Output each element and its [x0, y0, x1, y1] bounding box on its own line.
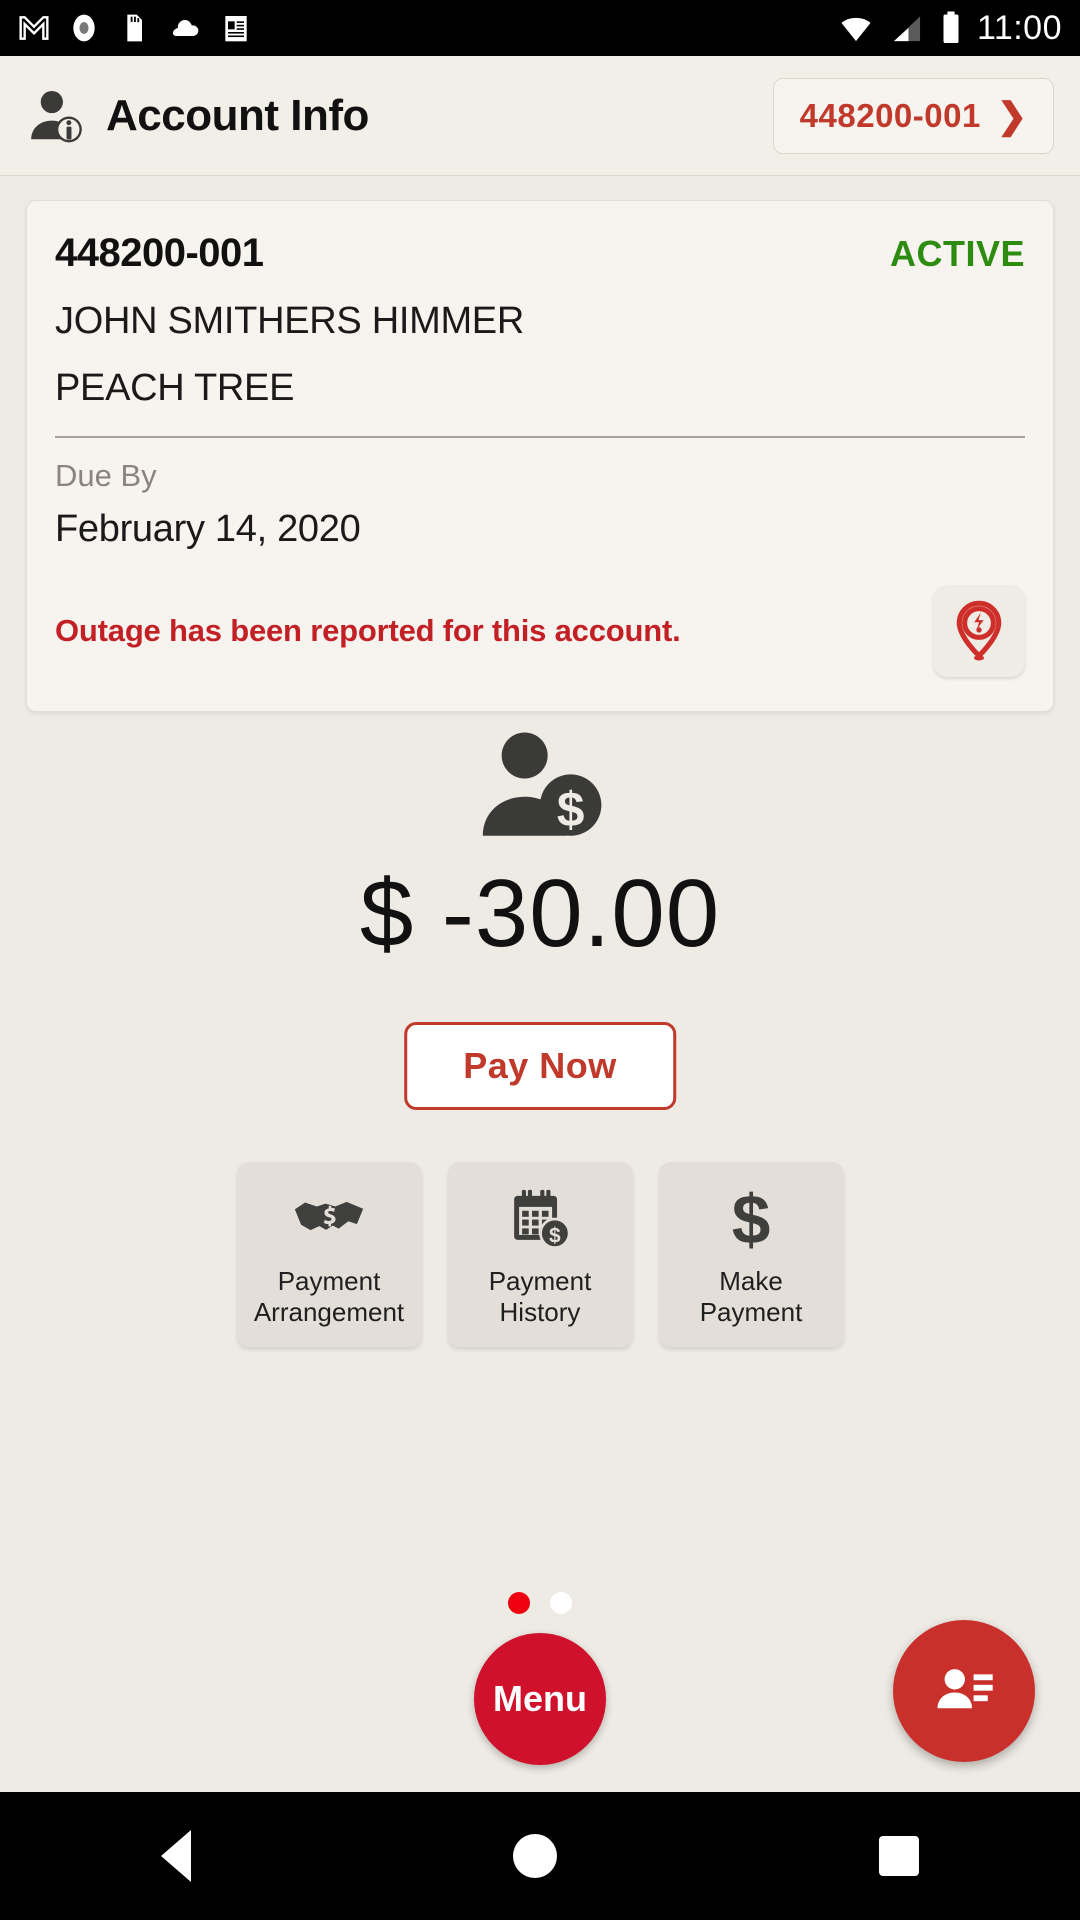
contact-fab-button[interactable] — [893, 1620, 1035, 1762]
account-selector-label: 448200-001 — [799, 96, 981, 134]
person-dollar-icon: $ — [482, 732, 602, 837]
tile-make-payment[interactable]: $ Make Payment — [658, 1162, 844, 1347]
balance-amount: $ -30.00 — [359, 860, 721, 967]
cloud-icon — [173, 20, 199, 36]
tile-label-line2: Payment — [699, 1296, 803, 1327]
status-bar-notification-icons — [18, 12, 252, 44]
card-divider — [55, 436, 1025, 438]
tile-label-line1: Payment — [488, 1265, 592, 1296]
app-header: Account Info 448200-001 ❯ — [0, 56, 1080, 176]
app-screen: 11:00 Account Info 448200-001 ❯ 448200-0… — [0, 0, 1080, 1920]
status-badge: ACTIVE — [889, 233, 1025, 274]
page-indicator — [0, 1592, 1080, 1614]
tile-label-line1: Make — [719, 1265, 783, 1296]
status-bar: 11:00 — [0, 0, 1080, 56]
sd-card-icon — [127, 14, 142, 42]
android-nav-bar — [0, 1792, 1080, 1920]
quick-actions: Payment Arrangement $ Payment History $ … — [0, 1162, 1080, 1347]
account-card[interactable]: 448200-001 ACTIVE JOHN SMITHERS HIMMER P… — [26, 200, 1054, 712]
page-dot-active[interactable] — [508, 1592, 530, 1614]
outage-report-button[interactable] — [933, 585, 1025, 677]
account-card-header: 448200-001 ACTIVE — [55, 231, 1025, 276]
tile-label-line2: Arrangement — [253, 1296, 405, 1327]
svg-text:$: $ — [557, 781, 585, 837]
status-bar-system-icons: 11:00 — [837, 9, 1062, 48]
account-selector-button[interactable]: 448200-001 ❯ — [772, 77, 1054, 154]
outage-row: Outage has been reported for this accoun… — [55, 585, 1025, 677]
balance-section: $ $ -30.00 — [0, 726, 1080, 969]
tile-payment-history[interactable]: $ Payment History — [447, 1162, 633, 1347]
outage-pin-icon — [956, 600, 1002, 661]
chevron-right-icon: ❯ — [996, 94, 1027, 136]
tile-label-line2: History — [499, 1296, 581, 1327]
gmail-icon — [19, 16, 49, 40]
news-icon — [225, 16, 247, 42]
page-dot-inactive[interactable] — [550, 1592, 572, 1614]
due-by-date: February 14, 2020 — [55, 508, 361, 550]
back-triangle-icon[interactable] — [161, 1830, 191, 1882]
battery-icon — [943, 11, 959, 43]
wifi-icon — [841, 17, 871, 42]
calendar-dollar-icon: $ — [506, 1182, 574, 1256]
due-by-label: Due By — [55, 458, 157, 493]
status-bar-clock: 11:00 — [976, 8, 1062, 47]
account-info-icon — [31, 90, 82, 142]
svg-text:$: $ — [732, 1184, 771, 1254]
customer-name: JOHN SMITHERS HIMMER — [55, 300, 525, 342]
tile-label: Payment Arrangement — [254, 1266, 404, 1327]
tile-label: Payment History — [489, 1266, 592, 1327]
handshake-dollar-icon — [292, 1182, 366, 1256]
account-number: 448200-001 — [55, 231, 264, 275]
service-address: PEACH TREE — [55, 367, 295, 409]
menu-button[interactable]: Menu — [474, 1633, 606, 1765]
recents-square-icon[interactable] — [879, 1836, 919, 1876]
tile-label: Make Payment — [700, 1266, 803, 1327]
record-icon — [73, 14, 95, 42]
tile-payment-arrangement[interactable]: Payment Arrangement — [236, 1162, 422, 1347]
svg-text:$: $ — [549, 1224, 561, 1247]
page-title: Account Info — [106, 90, 369, 140]
tile-label-line1: Payment — [277, 1265, 381, 1296]
contact-card-icon — [937, 1669, 993, 1709]
cellular-signal-icon — [893, 16, 921, 42]
outage-message: Outage has been reported for this accoun… — [55, 613, 681, 648]
home-circle-icon[interactable] — [513, 1834, 557, 1878]
dollar-sign-icon: $ — [725, 1182, 777, 1256]
pay-now-button[interactable]: Pay Now — [404, 1022, 676, 1110]
